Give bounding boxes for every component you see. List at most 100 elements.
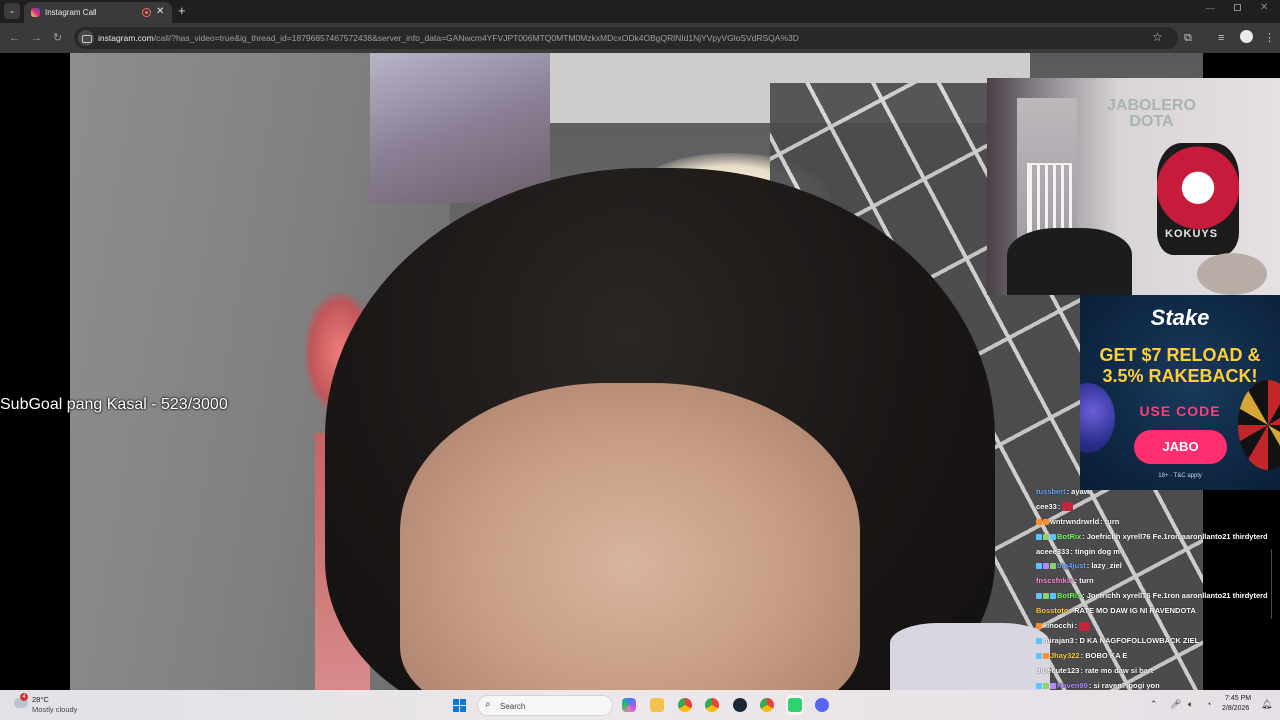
chat-message: mirajan3: D KA NAGFOFOLLOWBACK ZIEL	[1033, 634, 1280, 649]
chat-message: wntrwndrwrld: turn	[1033, 515, 1280, 530]
chat-text: : lazy_ziel	[1086, 561, 1122, 571]
tray-chevron-icon[interactable]: ⌃	[1150, 699, 1158, 710]
window-minimize-button[interactable]: —	[1206, 3, 1215, 13]
chrome-profile2-icon[interactable]	[760, 698, 774, 712]
video-person-face	[400, 383, 860, 690]
tab-title: Instagram Call	[45, 8, 97, 17]
microphone-icon[interactable]: 🎤︎	[1170, 699, 1181, 710]
chat-emote-icon	[1079, 621, 1091, 631]
video-call-area: SubGoal pang Kasal - 523/3000 JABOLERO DO…	[0, 53, 1280, 690]
chat-username[interactable]: fnscsfnkin	[1036, 576, 1074, 585]
weather-temperature: 28°C	[32, 695, 49, 704]
forward-button[interactable]: →	[31, 31, 42, 45]
new-tab-button[interactable]: +	[178, 3, 186, 18]
video-shelf	[370, 53, 550, 203]
notification-bell-icon[interactable]: 🔔︎	[1261, 699, 1272, 710]
chat-message: big4just: lazy_ziel	[1033, 559, 1280, 574]
network-icon[interactable]: ◔	[1206, 699, 1211, 709]
screen: ⌄ Instagram Call ✕ + — ✕ ← → ↻ instagram…	[0, 0, 1280, 720]
copilot-icon[interactable]	[622, 698, 636, 712]
chat-username[interactable]: BotRix	[1057, 591, 1081, 600]
chat-username[interactable]: Raven99	[1057, 681, 1088, 690]
chat-badge-icon	[1036, 593, 1042, 600]
chat-message: tussbert: ayaw	[1033, 485, 1280, 500]
chat-message: Jhay322: BOBO KA E	[1033, 649, 1280, 664]
discord-icon[interactable]	[815, 698, 829, 712]
chat-username[interactable]: bluecute123	[1036, 666, 1079, 675]
start-button[interactable]	[453, 699, 467, 713]
chat-text: : turn	[1100, 516, 1120, 526]
chat-text: : si raven? pogi yon	[1088, 680, 1160, 690]
taskbar-search[interactable]: ⌕ Search	[477, 695, 613, 716]
profile-avatar[interactable]	[1240, 30, 1253, 43]
chat-badge-icon	[1036, 623, 1042, 630]
chat-username[interactable]: big4just	[1057, 561, 1086, 570]
ad-code-button: JABO	[1134, 430, 1227, 464]
address-bar[interactable]: instagram.com/call/?has_video=true&ig_th…	[74, 27, 1178, 49]
chat-username[interactable]: BotRix	[1057, 532, 1081, 541]
chat-text: : D KA NAGFOFOLLOWBACK ZIEL	[1074, 635, 1200, 645]
chat-username[interactable]: aceee333	[1036, 547, 1069, 556]
media-controls-icon[interactable]: ≡	[1218, 31, 1224, 45]
chat-username[interactable]: kinocchi	[1043, 621, 1073, 630]
chat-text: : turn	[1074, 576, 1094, 586]
chat-message: aceee333: tingin dog mo	[1033, 545, 1280, 560]
chat-badge-icon	[1036, 652, 1042, 659]
chrome-icon[interactable]	[705, 698, 719, 712]
streaming-app-icon[interactable]	[788, 698, 802, 712]
bookmark-star-icon[interactable]: ☆	[1152, 30, 1163, 44]
chat-badge-icon	[1036, 518, 1042, 525]
menu-icon[interactable]: ⋮	[1264, 31, 1275, 45]
chat-username[interactable]: wntrwndrwrld	[1050, 517, 1099, 526]
chrome-profile1-icon[interactable]	[678, 698, 692, 712]
chat-message: Raven99: si raven? pogi yon	[1033, 679, 1280, 690]
site-info-icon[interactable]	[78, 30, 94, 46]
window-maximize-button[interactable]	[1234, 4, 1241, 11]
tab-bar: ⌄ Instagram Call ✕ + — ✕	[0, 0, 1280, 23]
windows-logo-icon	[453, 699, 459, 705]
recording-icon	[142, 8, 151, 17]
webcam-neon-logo: JABOLERO DOTA	[1107, 97, 1196, 130]
back-button[interactable]: ←	[9, 31, 20, 45]
chat-badge-icon	[1050, 593, 1056, 600]
scroll-strip	[1271, 549, 1280, 619]
streamer-webcam: JABOLERO DOTA KOKUYS	[987, 78, 1280, 295]
file-explorer-icon[interactable]	[650, 698, 664, 712]
steam-icon[interactable]	[733, 698, 747, 712]
chat-message: bluecute123: rate mo daw si bart	[1033, 664, 1280, 679]
taskbar-search-placeholder: Search	[500, 702, 526, 711]
extensions-icon[interactable]: ⧉	[1184, 31, 1192, 45]
weather-alert-badge: 4	[20, 693, 28, 701]
clock-time[interactable]: 7:45 PM	[1225, 695, 1251, 702]
chat-badge-icon	[1036, 533, 1042, 540]
window-close-button[interactable]: ✕	[1260, 2, 1268, 13]
stream-chat: tussbert: ayaw cee33: wntrwndrwrld: turn B…	[1033, 485, 1280, 690]
ad-headline: GET $7 RELOAD & 3.5% RAKEBACK!	[1099, 345, 1261, 386]
chat-message: Bosstoto: RATE MO DAW IG NI RAVENDOTA	[1033, 604, 1280, 619]
speaker-icon[interactable]: 🔈︎	[1188, 699, 1193, 710]
chat-text: : ayaw	[1066, 487, 1090, 496]
chat-username[interactable]: mirajan3	[1043, 636, 1074, 645]
tab-close-icon[interactable]: ✕	[156, 6, 164, 17]
chat-badge-icon	[1036, 637, 1042, 644]
clock-date[interactable]: 2/8/2026	[1222, 705, 1249, 712]
sponsor-ad: Stake GET $7 RELOAD & 3.5% RAKEBACK! USE …	[1080, 295, 1280, 490]
video-person-shirt	[890, 623, 1050, 690]
ad-terms: 18+ · T&C apply	[1158, 473, 1202, 479]
chat-username[interactable]: Bosstoto	[1036, 606, 1069, 615]
chat-badge-icon	[1050, 533, 1056, 540]
chat-username[interactable]: Jhay322	[1050, 651, 1080, 660]
reload-button[interactable]: ↻	[53, 31, 62, 45]
tab-search-button[interactable]: ⌄	[4, 3, 20, 19]
chat-username[interactable]: tussbert	[1036, 487, 1066, 496]
chat-text: : RATE MO DAW IG NI RAVENDOTA	[1069, 606, 1196, 616]
weather-description: Mostly cloudy	[32, 705, 78, 714]
chat-emote-icon	[1062, 502, 1074, 512]
chat-badge-icon	[1043, 593, 1049, 600]
tab-instagram-call[interactable]: Instagram Call ✕	[24, 2, 172, 23]
chat-username[interactable]: cee33	[1036, 502, 1057, 511]
taskbar: 4 28°C Mostly cloudy ⌕ Search ⌃ 🎤︎ 🔈︎ ◔ …	[0, 690, 1280, 720]
chat-text: : tingin dog mo	[1070, 546, 1125, 556]
chat-badge-icon	[1036, 563, 1042, 570]
chat-message: fnscsfnkin: turn	[1033, 574, 1280, 589]
